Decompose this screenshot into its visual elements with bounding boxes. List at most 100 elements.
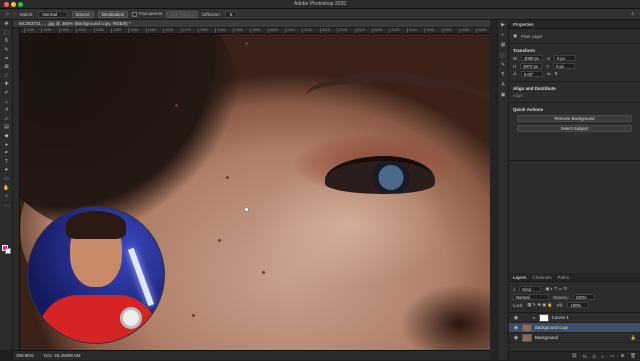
quick-actions-title[interactable]: Quick Actions (513, 107, 636, 112)
healing-brush-tool-icon[interactable]: ✚ (0, 80, 13, 89)
flip-vertical-icon[interactable]: ⇅ (554, 71, 558, 77)
fill-field[interactable]: 100% (567, 302, 590, 308)
adjustments-icon[interactable]: ◐ (498, 30, 508, 40)
options-bar: ⌂ ◌ Match: Normal Source Destination Tra… (0, 9, 640, 20)
group-icon[interactable]: ▭ (610, 353, 614, 359)
source-button[interactable]: Source (71, 10, 94, 18)
opacity-field[interactable]: 100% (572, 294, 595, 300)
fill-label: Fill: (556, 302, 564, 308)
tab-properties[interactable]: Properties (513, 22, 534, 27)
transform-title[interactable]: Transform (513, 48, 636, 53)
destination-button[interactable]: Destination (97, 10, 129, 18)
lasso-tool-icon[interactable]: ϐ (0, 37, 13, 46)
frame-tool-icon[interactable]: ⊠ (0, 63, 13, 72)
layer-mask-thumbnail[interactable] (538, 313, 549, 322)
trash-icon[interactable]: 🗑 (630, 353, 636, 359)
diffusion-label: Diffusion: (202, 11, 221, 17)
crop-tool-icon[interactable]: ⌗ (0, 54, 13, 63)
visibility-eye-icon[interactable]: ◉ (513, 325, 519, 331)
lock-icon[interactable]: 🔒 (631, 335, 636, 341)
width-field[interactable]: 3000 px (521, 55, 544, 61)
layers-tabs: Layers Channels Paths (509, 273, 640, 282)
transparent-label: Transparent (138, 11, 163, 17)
kind-filter[interactable]: Kind (519, 286, 542, 292)
marquee-tool-icon[interactable]: ⬚ (0, 29, 13, 38)
select-subject-button[interactable]: Select Subject (517, 125, 632, 132)
type-tool-icon[interactable]: T (0, 158, 13, 167)
paragraph-icon[interactable]: ¶ (498, 70, 508, 80)
link-icon[interactable]: ⛓ (572, 353, 578, 359)
match-mode-select[interactable]: Normal (37, 10, 68, 18)
document-tab[interactable]: MC303731 ... .jpg @ 360% (Background cop… (13, 20, 490, 28)
diffusion-select[interactable]: 5 (224, 10, 237, 18)
character-icon[interactable]: A (498, 80, 508, 90)
shadow-region (400, 284, 490, 350)
hand-tool-icon[interactable]: ✋ (0, 183, 13, 192)
use-pattern-button[interactable]: Use Pattern (166, 10, 199, 18)
angle-field[interactable]: 0.00° (520, 71, 543, 77)
quick-select-tool-icon[interactable]: ✎ (0, 46, 13, 55)
libraries-icon[interactable]: ▣ (498, 90, 508, 100)
play-icon[interactable]: ▶ (498, 20, 508, 30)
eraser-tool-icon[interactable]: ▱ (0, 115, 13, 124)
height-field[interactable]: 3972 px (520, 63, 543, 69)
zoom-tool-icon[interactable]: ⌕ (0, 192, 13, 201)
doc-size: Doc: 48.2M/99.5M (43, 353, 81, 358)
fx-icon[interactable]: fx (583, 354, 587, 359)
filter-icons[interactable]: ▣ ◐ T ▭ ⊡ (545, 286, 567, 292)
blur-tool-icon[interactable]: ◆ (0, 132, 13, 141)
y-field[interactable]: 0 px (552, 63, 575, 69)
tab-channels[interactable]: Channels (533, 275, 552, 280)
rectangle-tool-icon[interactable]: ▭ (0, 175, 13, 184)
layer-name[interactable]: Curves 1 (552, 315, 569, 320)
angle-icon: ∠ (513, 71, 517, 76)
search-icon[interactable]: ⌕ (631, 11, 634, 17)
path-select-tool-icon[interactable]: ➤ (0, 166, 13, 175)
layer-row[interactable]: ◉ ◐ Curves 1 (509, 313, 640, 323)
blend-mode-select[interactable]: Normal (513, 294, 549, 300)
layer-row[interactable]: ◉ Background 🔒 (509, 333, 640, 343)
adjustment-layer-icon[interactable]: ◐ (602, 354, 605, 359)
layer-name[interactable]: Background copy (535, 325, 568, 330)
transparent-checkbox[interactable]: Transparent (132, 11, 163, 17)
brush-tool-icon[interactable]: ✐ (0, 89, 13, 98)
clone-stamp-tool-icon[interactable]: ⊥ (0, 97, 13, 106)
home-icon[interactable]: ⌂ (6, 11, 9, 17)
dodge-tool-icon[interactable]: ● (0, 140, 13, 149)
pixel-layer-label: Pixel Layer (521, 33, 543, 39)
pixel-layer-icon: ▣ (513, 33, 518, 38)
match-label: Match: (20, 11, 34, 17)
x-field[interactable]: 0 px (553, 55, 576, 61)
layer-thumbnail[interactable] (522, 333, 532, 342)
layer-name[interactable]: Background (535, 335, 558, 340)
mask-icon[interactable]: ◘ (593, 354, 596, 359)
layer-thumbnail[interactable] (522, 323, 532, 332)
lock-icons[interactable]: ▦ ✎ ✥ ▣ 🔒 (527, 302, 552, 308)
visibility-eye-icon[interactable]: ◉ (513, 335, 519, 341)
gradient-tool-icon[interactable]: ▤ (0, 123, 13, 132)
background-color-swatch[interactable] (5, 248, 11, 254)
zoom-level[interactable]: 359.85% (16, 351, 34, 360)
h-label: H (513, 63, 517, 69)
layer-row[interactable]: ◉ Background copy (509, 323, 640, 333)
swatches-icon[interactable]: ▦ (498, 40, 508, 50)
more-tools-icon[interactable]: … (0, 200, 13, 209)
flip-horizontal-icon[interactable]: ⇆ (547, 71, 551, 77)
brush-settings-icon[interactable]: ✎ (498, 60, 508, 70)
history-brush-tool-icon[interactable]: ↺ (0, 106, 13, 115)
pen-tool-icon[interactable]: ✒ (0, 149, 13, 158)
adjustment-icon: ◐ (533, 315, 536, 320)
visibility-eye-icon[interactable]: ◉ (513, 315, 519, 321)
webcam-overlay (27, 206, 165, 344)
x-label: X (547, 55, 550, 61)
move-tool-icon[interactable]: ✥ (0, 20, 13, 29)
new-layer-icon[interactable]: ⊞ (621, 353, 625, 359)
tab-layers[interactable]: Layers (513, 275, 527, 280)
align-title[interactable]: Align and Distribute (513, 86, 636, 91)
remove-background-button[interactable]: Remove Background (517, 115, 632, 122)
right-panels: Properties ▣ Pixel Layer Transform W 3000… (509, 20, 640, 360)
info-icon[interactable]: ⓘ (498, 50, 508, 60)
tab-paths[interactable]: Paths (558, 275, 570, 280)
patch-tool-icon[interactable]: ◌ (13, 11, 16, 17)
eyedropper-tool-icon[interactable]: ⁄ (0, 72, 13, 81)
